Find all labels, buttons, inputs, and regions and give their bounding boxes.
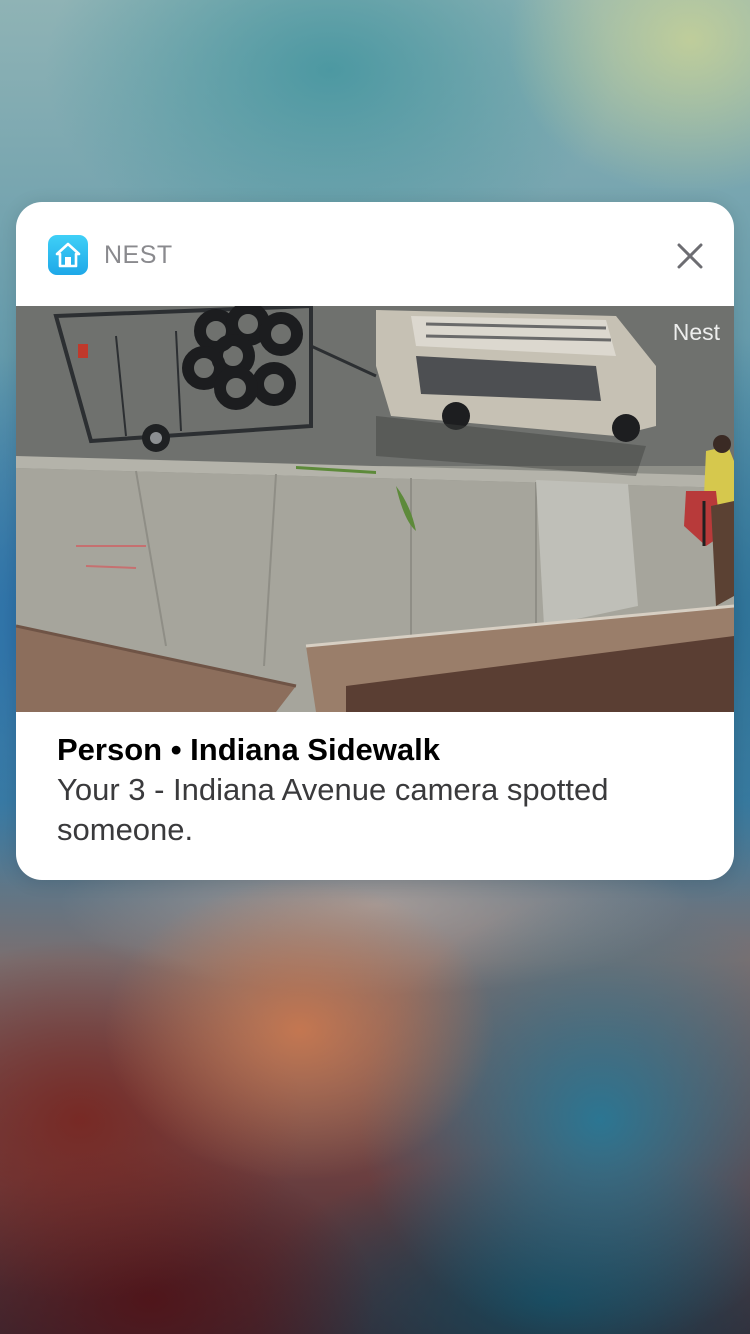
app-name: NEST — [104, 241, 173, 269]
notification-body: Person • Indiana Sidewalk Your 3 - India… — [57, 730, 707, 850]
notification-title: Person • Indiana Sidewalk — [57, 732, 440, 767]
close-button[interactable] — [664, 230, 716, 282]
home-icon — [48, 235, 88, 275]
notification-message: Your 3 - Indiana Avenue camera spotted s… — [57, 772, 609, 847]
notification-card[interactable]: NEST Nest Person • Indiana Sidewalk Your… — [16, 202, 734, 880]
close-icon — [677, 243, 703, 269]
snapshot-image — [16, 306, 734, 712]
camera-snapshot[interactable]: Nest — [16, 306, 734, 712]
notification-header: NEST — [16, 202, 734, 306]
snapshot-watermark: Nest — [672, 319, 720, 345]
